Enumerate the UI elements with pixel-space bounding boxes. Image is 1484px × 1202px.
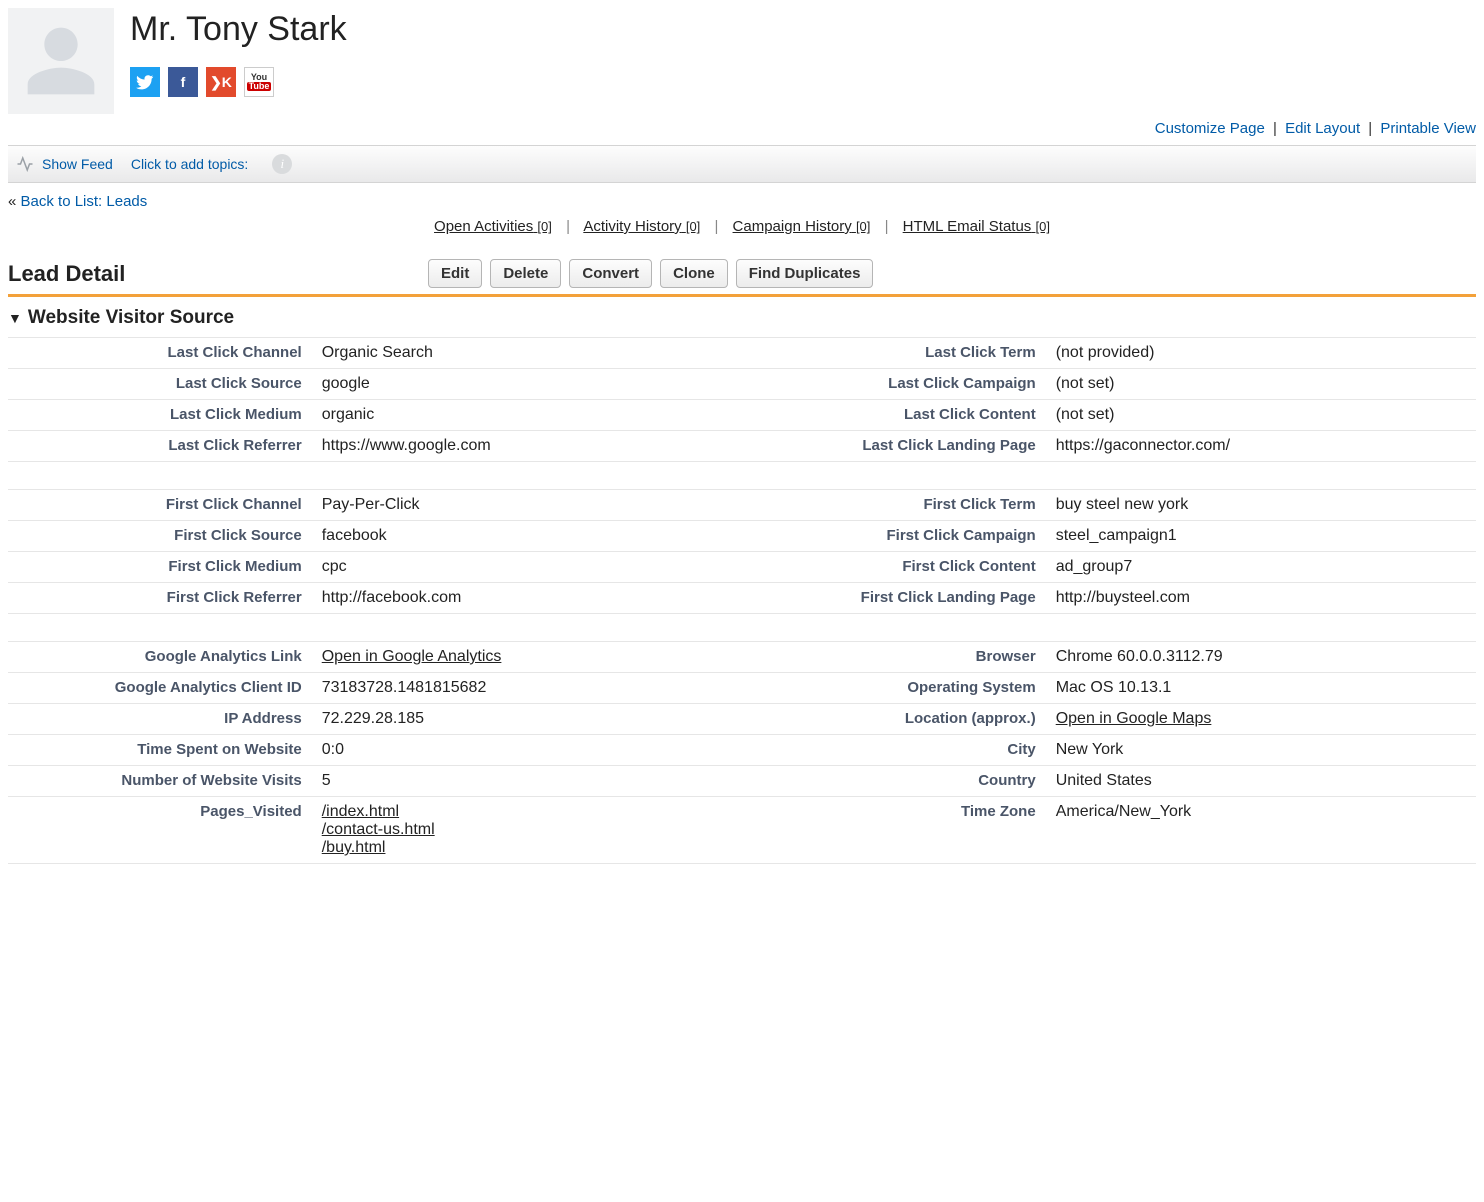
table-row: Time Spent on Website 0:0 City New York — [8, 735, 1476, 766]
disclosure-triangle-icon: ▼ — [8, 310, 22, 326]
last-click-source-value: google — [312, 369, 742, 400]
youtube-icon[interactable]: You Tube — [244, 67, 274, 97]
delete-button[interactable]: Delete — [490, 259, 561, 288]
timezone-value: America/New_York — [1046, 797, 1476, 864]
google-maps-link[interactable]: Open in Google Maps — [1056, 710, 1212, 727]
first-click-content-value: ad_group7 — [1046, 552, 1476, 583]
open-activities-link[interactable]: Open Activities [0] — [434, 218, 552, 235]
table-row: Google Analytics Client ID 73183728.1481… — [8, 673, 1476, 704]
customize-page-link[interactable]: Customize Page — [1155, 120, 1265, 137]
table-row: Last Click Referrer https://www.google.c… — [8, 431, 1476, 462]
table-row: First Click Channel Pay-Per-Click First … — [8, 490, 1476, 521]
city-value: New York — [1046, 735, 1476, 766]
pulse-icon — [16, 155, 34, 173]
first-click-medium-value: cpc — [312, 552, 742, 583]
table-row: First Click Source facebook First Click … — [8, 521, 1476, 552]
table-row: Last Click Medium organic Last Click Con… — [8, 400, 1476, 431]
convert-button[interactable]: Convert — [569, 259, 652, 288]
first-click-channel-value: Pay-Per-Click — [312, 490, 742, 521]
activity-history-link[interactable]: Activity History [0] — [583, 218, 700, 235]
page-action-links: Customize Page | Edit Layout | Printable… — [8, 120, 1476, 137]
country-value: United States — [1046, 766, 1476, 797]
last-click-referrer-value: https://www.google.com — [312, 431, 742, 462]
first-click-landing-value: http://buysteel.com — [1046, 583, 1476, 614]
person-icon — [21, 21, 101, 101]
ga-client-id-value: 73183728.1481815682 — [312, 673, 742, 704]
edit-layout-link[interactable]: Edit Layout — [1285, 120, 1360, 137]
twitter-icon[interactable] — [130, 67, 160, 97]
klout-icon[interactable]: ❯K — [206, 67, 236, 97]
table-row: Last Click Source google Last Click Camp… — [8, 369, 1476, 400]
visited-page-link[interactable]: /contact-us.html — [322, 821, 732, 839]
last-click-channel-value: Organic Search — [312, 338, 742, 369]
os-value: Mac OS 10.13.1 — [1046, 673, 1476, 704]
edit-button[interactable]: Edit — [428, 259, 482, 288]
time-spent-value: 0:0 — [312, 735, 742, 766]
browser-value: Chrome 60.0.0.3112.79 — [1046, 642, 1476, 673]
feed-toolbar: Show Feed Click to add topics: i — [8, 145, 1476, 183]
clone-button[interactable]: Clone — [660, 259, 728, 288]
table-row: IP Address 72.229.28.185 Location (appro… — [8, 704, 1476, 735]
show-feed-button[interactable]: Show Feed — [16, 155, 113, 173]
first-click-campaign-value: steel_campaign1 — [1046, 521, 1476, 552]
table-row: Pages_Visited /index.html /contact-us.ht… — [8, 797, 1476, 864]
last-click-content-value: (not set) — [1046, 400, 1476, 431]
visited-page-link[interactable]: /buy.html — [322, 839, 732, 857]
section-header[interactable]: ▼ Website Visitor Source — [8, 303, 1476, 337]
last-click-landing-value: https://gaconnector.com/ — [1046, 431, 1476, 462]
add-topics-link[interactable]: Click to add topics: — [131, 156, 249, 172]
table-row: Google Analytics Link Open in Google Ana… — [8, 642, 1476, 673]
html-email-status-link[interactable]: HTML Email Status [0] — [903, 218, 1050, 235]
visited-page-link[interactable]: /index.html — [322, 803, 732, 821]
table-row: Last Click Channel Organic Search Last C… — [8, 338, 1476, 369]
first-click-referrer-value: http://facebook.com — [312, 583, 742, 614]
google-analytics-link[interactable]: Open in Google Analytics — [322, 648, 502, 665]
table-row: First Click Medium cpc First Click Conte… — [8, 552, 1476, 583]
first-click-term-value: buy steel new york — [1046, 490, 1476, 521]
back-to-list-link[interactable]: Back to List: Leads — [21, 193, 148, 210]
pages-visited-value: /index.html /contact-us.html /buy.html — [312, 797, 742, 864]
related-lists-nav: Open Activities [0] | Activity History [… — [8, 218, 1476, 235]
lead-name: Mr. Tony Stark — [130, 10, 1476, 49]
last-click-campaign-value: (not set) — [1046, 369, 1476, 400]
info-icon[interactable]: i — [272, 154, 292, 174]
detail-fields-table: Last Click Channel Organic Search Last C… — [8, 337, 1476, 864]
detail-title: Lead Detail — [8, 261, 428, 287]
find-duplicates-button[interactable]: Find Duplicates — [736, 259, 874, 288]
campaign-history-link[interactable]: Campaign History [0] — [733, 218, 871, 235]
facebook-icon[interactable]: f — [168, 67, 198, 97]
last-click-term-value: (not provided) — [1046, 338, 1476, 369]
first-click-source-value: facebook — [312, 521, 742, 552]
last-click-medium-value: organic — [312, 400, 742, 431]
table-row: Number of Website Visits 5 Country Unite… — [8, 766, 1476, 797]
printable-view-link[interactable]: Printable View — [1380, 120, 1476, 137]
section-divider — [8, 294, 1476, 297]
ip-value: 72.229.28.185 — [312, 704, 742, 735]
visits-value: 5 — [312, 766, 742, 797]
table-row: First Click Referrer http://facebook.com… — [8, 583, 1476, 614]
avatar — [8, 8, 114, 114]
